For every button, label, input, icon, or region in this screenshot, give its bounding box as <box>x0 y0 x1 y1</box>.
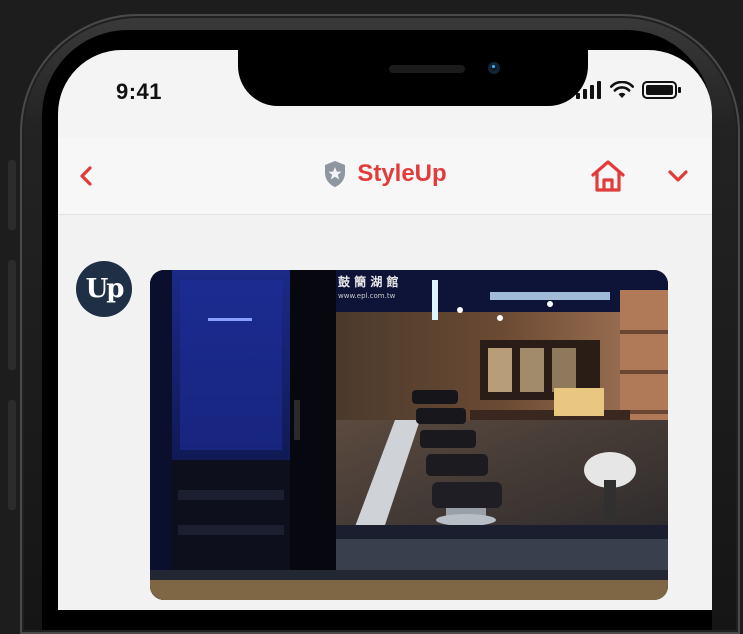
barbershop-photo: 鼓 簡 湖 館 www.epl.com.tw <box>150 270 668 600</box>
side-button <box>8 160 16 230</box>
chat-content: Up 鼓 簡 湖 館 www.epl.com.tw <box>58 215 712 610</box>
side-button <box>8 260 16 370</box>
shield-star-icon <box>325 161 346 187</box>
app-title: StyleUp <box>357 160 447 187</box>
battery-icon <box>642 81 681 99</box>
shop-sign: 鼓 簡 湖 館 <box>338 274 399 289</box>
navigation-bar: StyleUp <box>58 138 712 215</box>
chevron-down-icon[interactable] <box>664 162 692 190</box>
shop-url: www.epl.com.tw <box>338 292 396 300</box>
status-bar: 9:41 <box>58 74 712 114</box>
speaker <box>389 65 465 73</box>
front-camera <box>488 62 500 74</box>
status-time: 9:41 <box>116 79 163 104</box>
home-icon[interactable] <box>588 158 628 194</box>
status-icons <box>576 81 682 99</box>
phone-screen: 9:41 StyleUp Up 鼓 簡 湖 館 www.epl.com.tw <box>58 50 712 610</box>
message-image[interactable]: 鼓 簡 湖 館 www.epl.com.tw <box>150 270 668 600</box>
side-button <box>8 400 16 510</box>
wifi-icon <box>610 81 634 98</box>
avatar[interactable]: Up <box>76 261 132 317</box>
signal-icon <box>576 81 601 99</box>
